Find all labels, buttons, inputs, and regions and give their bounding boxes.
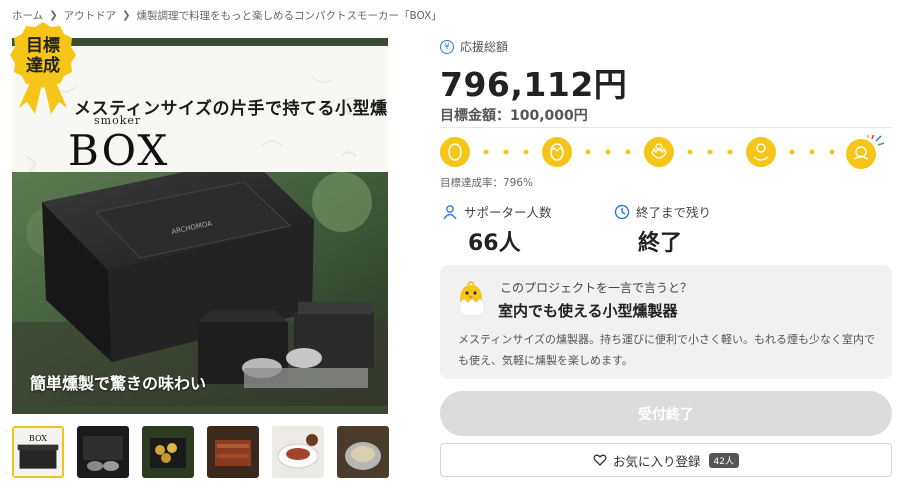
- hero-caption: 簡単燻製で驚きの味わい: [30, 374, 207, 393]
- thumbnail-3[interactable]: [142, 426, 194, 478]
- thumbnail-strip: BOX: [12, 426, 389, 478]
- thumbnail-4[interactable]: [207, 426, 259, 478]
- divider: [440, 127, 892, 128]
- remaining-label-row: 終了まで残り: [614, 202, 711, 221]
- progress-milestone-1: [440, 137, 470, 167]
- thumbnail-6[interactable]: [337, 426, 389, 478]
- progress-milestone-3: [644, 137, 674, 167]
- breadcrumb-current: 燻製調理で料理をもっと楽しめるコンパクトスモーカー「BOX」: [136, 9, 442, 22]
- thumbnail-1[interactable]: BOX: [12, 426, 64, 478]
- thumbnail-1-label: BOX: [28, 434, 48, 443]
- supporters-count: 66人: [468, 231, 521, 256]
- supporters-label: サポーター人数: [464, 205, 552, 220]
- summary-description: メスティンサイズの燻製器。持ち運びに便利で小さく軽い。もれる煙も少なく室内でも使…: [458, 333, 876, 367]
- progress-milestone-2: [542, 137, 572, 167]
- amount-label-row: ¥ 応援総額: [440, 38, 508, 55]
- hero-brand: BOX: [68, 126, 170, 175]
- badge-line-2: 達成: [26, 56, 60, 76]
- favorite-button[interactable]: お気に入り登録 42人: [440, 443, 892, 477]
- progress-milestone-4: [746, 137, 776, 167]
- favorite-label: お気に入り登録: [613, 453, 701, 469]
- goal-achieved-badge: 目標 達成: [1, 18, 85, 118]
- clock-icon: [614, 204, 630, 219]
- remaining-value: 終了: [638, 231, 683, 256]
- one-line-summary-card: このプロジェクトを一言で言うと？ 室内でも使える小型燻製器 メスティンサイズの燻…: [440, 265, 892, 379]
- thumbnail-2[interactable]: [77, 426, 129, 478]
- badge-line-1: 目標: [26, 36, 60, 56]
- image-bottom-bar: [12, 406, 388, 414]
- yen-icon: ¥: [440, 39, 454, 54]
- person-icon: [443, 204, 457, 219]
- goal-amount: 目標金額：100,000円: [440, 108, 588, 124]
- progress-track: [440, 135, 885, 169]
- summary-title: 室内でも使える小型燻製器: [498, 302, 678, 320]
- chick-mascot-icon: [459, 281, 485, 317]
- favorite-count-badge: 42人: [708, 452, 739, 468]
- supporters-label-row: サポーター人数: [442, 202, 552, 221]
- project-summary-panel: ¥ 応援総額 796,112円 目標金額：100,000円 目標達成率：796%…: [440, 0, 892, 488]
- closed-button[interactable]: 受付終了: [440, 391, 892, 436]
- progress-milestone-5: [846, 135, 885, 169]
- thumbnail-5[interactable]: [272, 426, 324, 478]
- achievement-rate: 目標達成率：796%: [440, 177, 534, 189]
- summary-question: このプロジェクトを一言で言うと？: [500, 281, 693, 295]
- funding-amount: 796,112円: [440, 65, 628, 104]
- amount-label: 応援総額: [460, 40, 509, 54]
- heart-icon: [593, 454, 607, 466]
- remaining-label: 終了まで残り: [636, 205, 712, 220]
- chevron-right-icon: ❯: [122, 9, 131, 21]
